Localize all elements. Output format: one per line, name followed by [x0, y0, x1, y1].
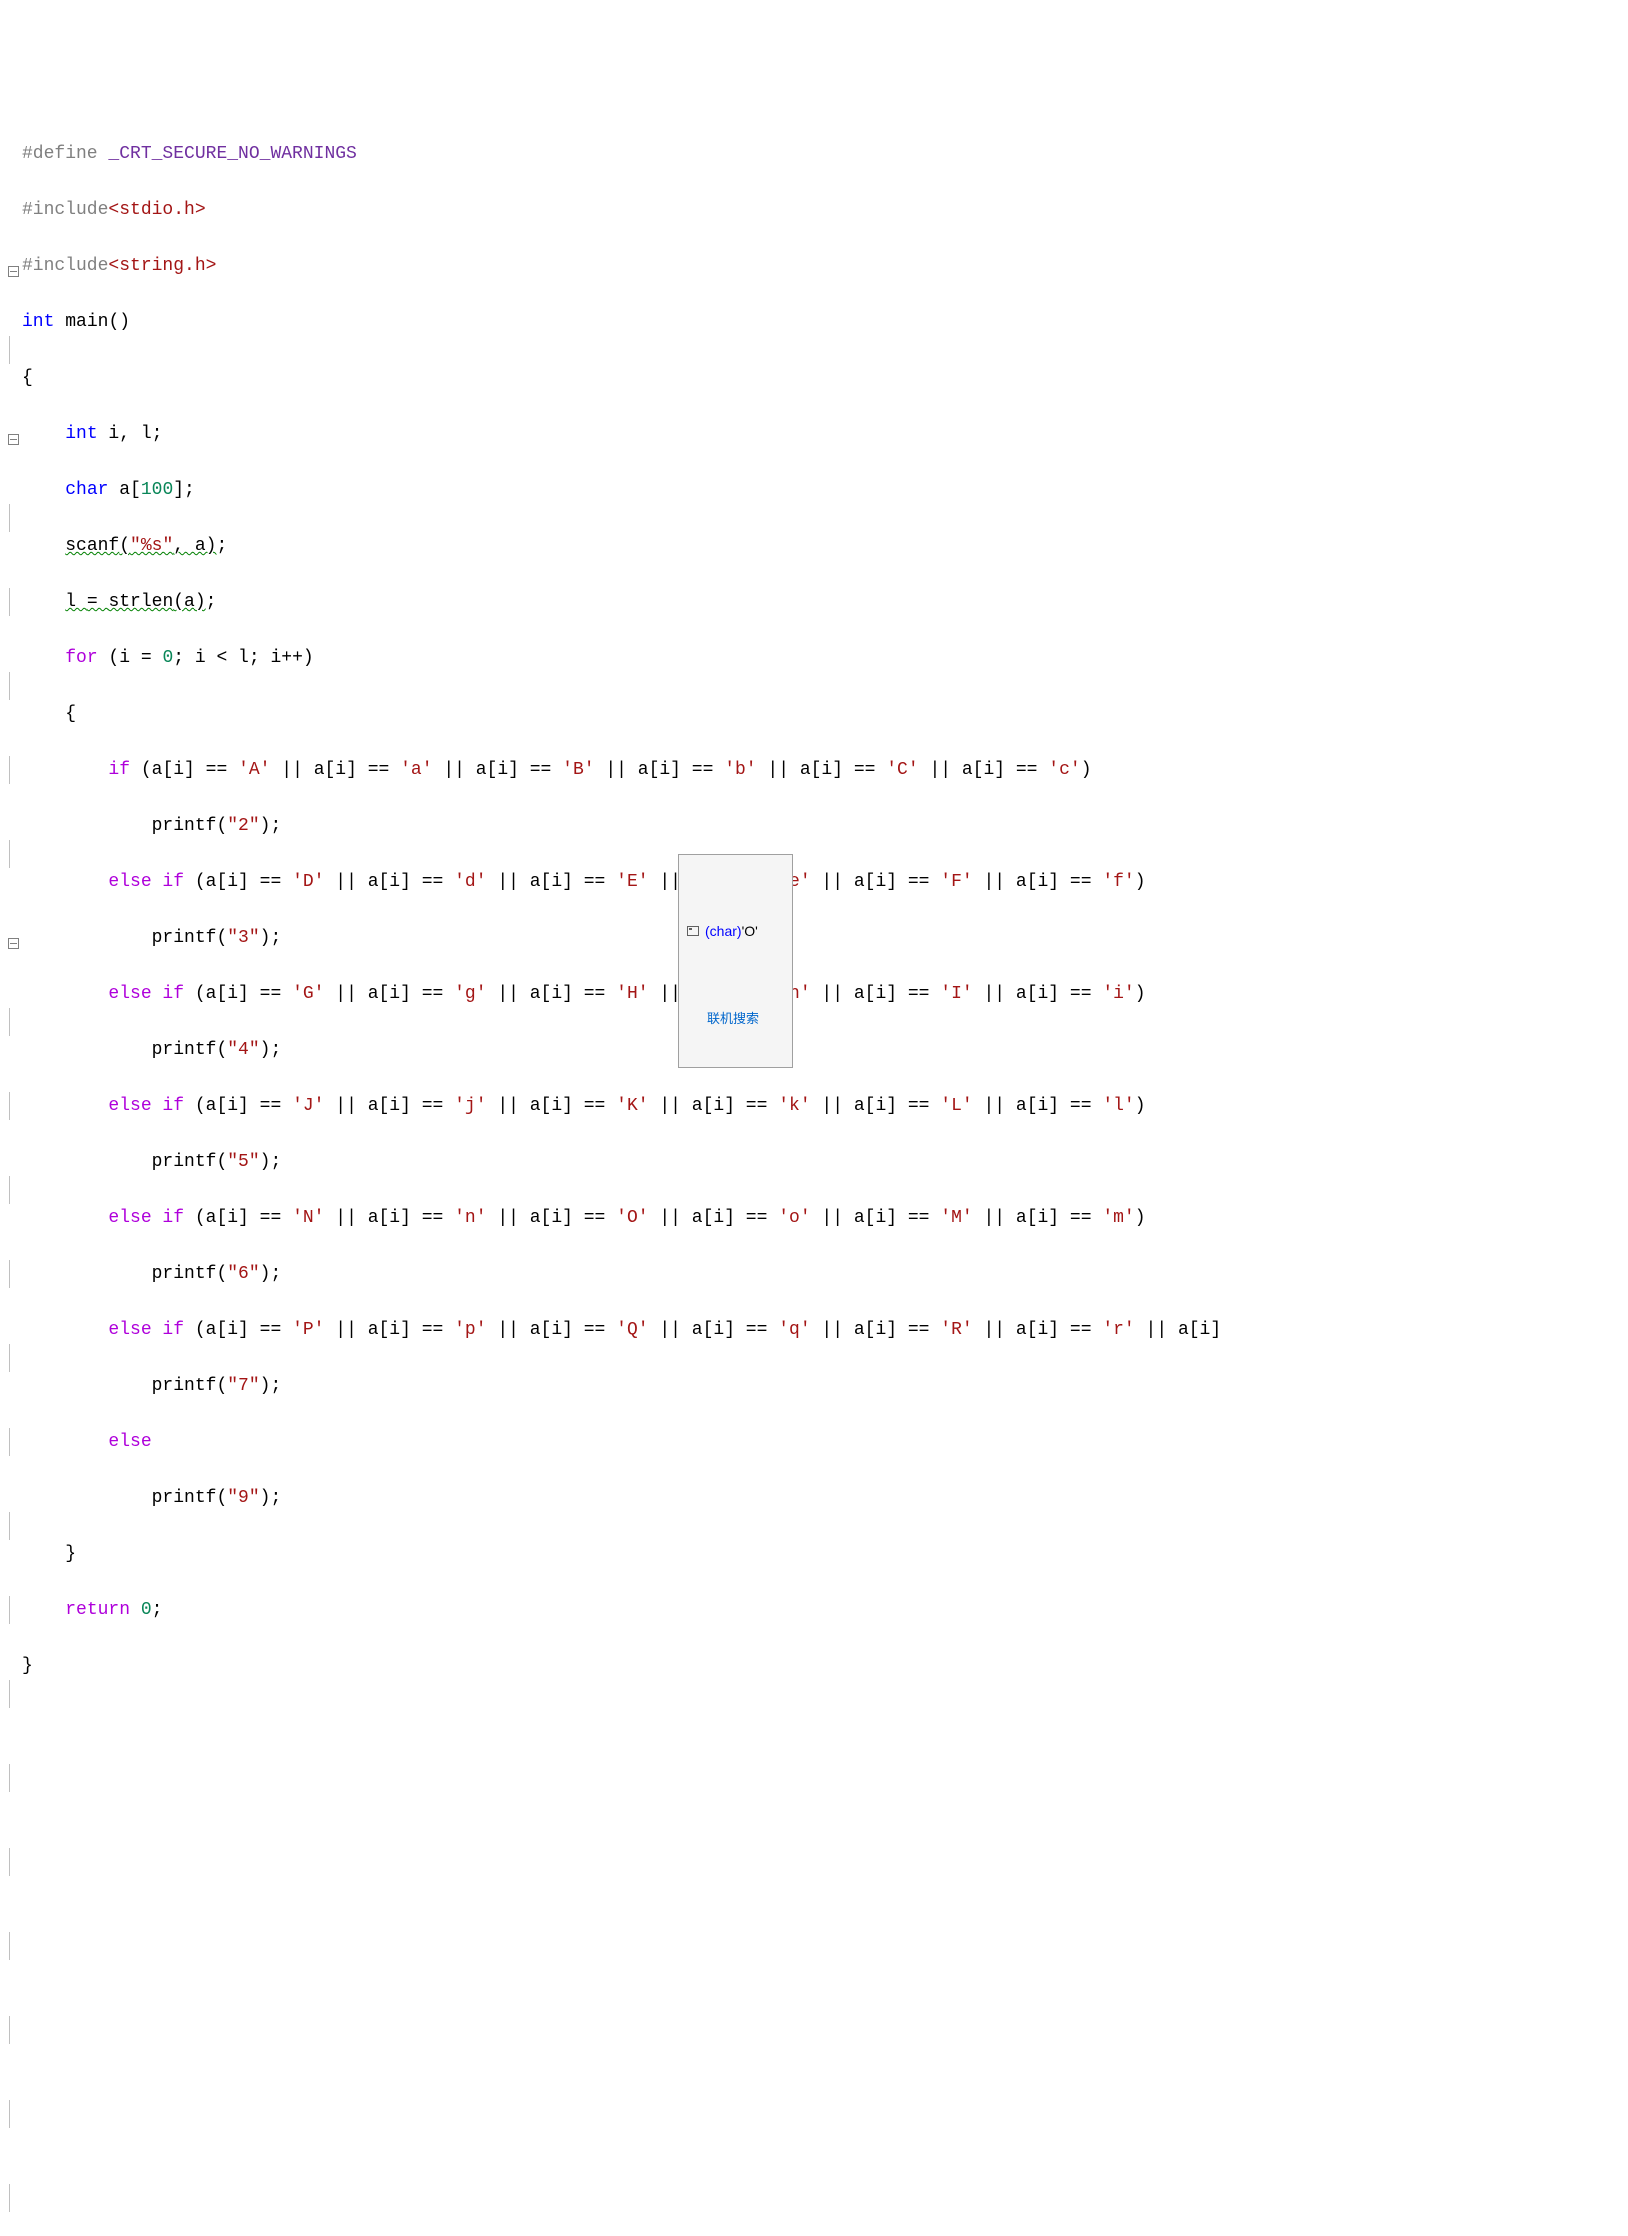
code-line: else if (a[i] == 'G' || a[i] == 'g' || a…	[22, 980, 1628, 1008]
hover-tooltip: (char)'O' 联机搜索	[678, 854, 793, 1068]
code-line: #include<string.h>	[22, 252, 1628, 280]
code-line: int main()	[22, 308, 1628, 336]
code-line: else if (a[i] == 'D' || a[i] == 'd' || a…	[22, 868, 1628, 896]
code-line: printf("4");	[22, 1036, 1628, 1064]
code-line: printf("5");	[22, 1148, 1628, 1176]
code-line: scanf("%s", a);	[22, 532, 1628, 560]
code-line: }	[22, 1652, 1628, 1680]
fold-toggle-icon[interactable]	[8, 938, 19, 949]
code-area[interactable]: #define _CRT_SECURE_NO_WARNINGS #include…	[20, 112, 1628, 2236]
code-line: else	[22, 1428, 1628, 1456]
code-line: printf("6");	[22, 1260, 1628, 1288]
code-line: }	[22, 1540, 1628, 1568]
tooltip-value-text: 'O'	[742, 923, 758, 939]
online-search-link[interactable]: 联机搜索	[687, 1003, 784, 1035]
fold-gutter	[0, 112, 20, 2236]
code-line: printf("7");	[22, 1372, 1628, 1400]
code-line: #include<stdio.h>	[22, 196, 1628, 224]
fold-toggle-icon[interactable]	[8, 266, 19, 277]
code-line: else if (a[i] == 'N' || a[i] == 'n' || a…	[22, 1204, 1628, 1232]
field-icon	[687, 926, 699, 936]
code-line: char a[100];	[22, 476, 1628, 504]
code-line: printf("3");	[22, 924, 1628, 952]
code-line: {	[22, 364, 1628, 392]
code-line: if (a[i] == 'A' || a[i] == 'a' || a[i] =…	[22, 756, 1628, 784]
code-line: for (i = 0; i < l; i++)	[22, 644, 1628, 672]
code-editor[interactable]: #define _CRT_SECURE_NO_WARNINGS #include…	[0, 112, 1628, 2236]
fold-toggle-icon[interactable]	[8, 434, 19, 445]
tooltip-type-text: (char)	[705, 923, 742, 939]
code-line: return 0;	[22, 1596, 1628, 1624]
tooltip-type-row: (char)'O'	[687, 915, 784, 947]
code-line: else if (a[i] == 'P' || a[i] == 'p' || a…	[22, 1316, 1628, 1344]
code-line: {	[22, 700, 1628, 728]
code-line: printf("9");	[22, 1484, 1628, 1512]
code-line: l = strlen(a);	[22, 588, 1628, 616]
code-line: else if (a[i] == 'J' || a[i] == 'j' || a…	[22, 1092, 1628, 1120]
code-line: printf("2");	[22, 812, 1628, 840]
code-line: int i, l;	[22, 420, 1628, 448]
code-line: #define _CRT_SECURE_NO_WARNINGS	[22, 140, 1628, 168]
